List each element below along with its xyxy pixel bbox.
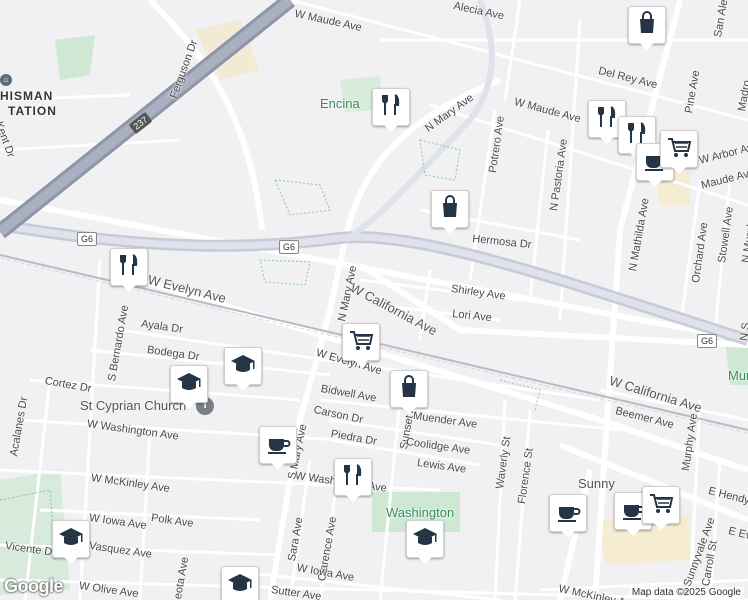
school-icon bbox=[229, 350, 257, 383]
place-label-station: HISMAN bbox=[0, 89, 54, 103]
place-label-park: Washington bbox=[386, 505, 455, 520]
restaurant-icon bbox=[115, 251, 143, 284]
poi-pin-school[interactable] bbox=[221, 566, 259, 600]
restaurant-icon bbox=[593, 103, 621, 136]
poi-pin-school[interactable] bbox=[52, 520, 90, 564]
route-shield-g6: G6 bbox=[77, 232, 98, 246]
poi-pin-restaurant[interactable] bbox=[334, 458, 372, 502]
grocery-cart-icon bbox=[647, 489, 675, 522]
google-logo: Google bbox=[4, 576, 64, 596]
place-label-station: TATION bbox=[8, 104, 57, 118]
route-shield-g6: G6 bbox=[697, 334, 718, 348]
poi-pin-cafe[interactable] bbox=[259, 426, 297, 470]
poi-pin-school[interactable] bbox=[406, 520, 444, 564]
poi-pin-grocery[interactable] bbox=[660, 130, 698, 174]
poi-pin-school[interactable] bbox=[170, 365, 208, 409]
grocery-cart-icon bbox=[665, 133, 693, 166]
map-attribution[interactable]: Map data ©2025 Google bbox=[628, 587, 744, 598]
map-canvas[interactable]: W Maude Ave Alecia Ave Del Rey Ave Fergu… bbox=[0, 0, 748, 600]
school-icon bbox=[226, 569, 254, 600]
place-label-mur: Mur bbox=[728, 368, 748, 383]
poi-pin-grocery[interactable] bbox=[642, 486, 680, 530]
route-shield-g6: G6 bbox=[279, 240, 300, 254]
school-icon bbox=[175, 368, 203, 401]
poi-pin-shopping[interactable] bbox=[431, 190, 469, 234]
poi-pin-restaurant[interactable] bbox=[372, 88, 410, 132]
place-label-encina: Encina bbox=[320, 96, 360, 111]
poi-pin-shopping[interactable] bbox=[390, 370, 428, 414]
shopping-bag-icon bbox=[436, 193, 464, 226]
shopping-bag-icon bbox=[395, 373, 423, 406]
cafe-icon bbox=[554, 497, 582, 530]
poi-pin-cafe[interactable] bbox=[549, 494, 587, 538]
cafe-icon bbox=[264, 429, 292, 462]
poi-pin-school[interactable] bbox=[224, 347, 262, 391]
poi-pin-shopping[interactable] bbox=[628, 6, 666, 50]
school-icon bbox=[57, 523, 85, 556]
place-label-sunnyvale: Sunny bbox=[578, 476, 615, 491]
restaurant-icon bbox=[377, 91, 405, 124]
poi-pin-grocery[interactable] bbox=[342, 323, 380, 367]
transit-station-icon[interactable]: ⌂ bbox=[0, 74, 12, 86]
shopping-bag-icon bbox=[633, 9, 661, 42]
restaurant-icon bbox=[339, 461, 367, 494]
school-icon bbox=[411, 523, 439, 556]
poi-pin-restaurant[interactable] bbox=[110, 248, 148, 292]
grocery-cart-icon bbox=[347, 326, 375, 359]
street-label: N S bbox=[738, 321, 748, 342]
